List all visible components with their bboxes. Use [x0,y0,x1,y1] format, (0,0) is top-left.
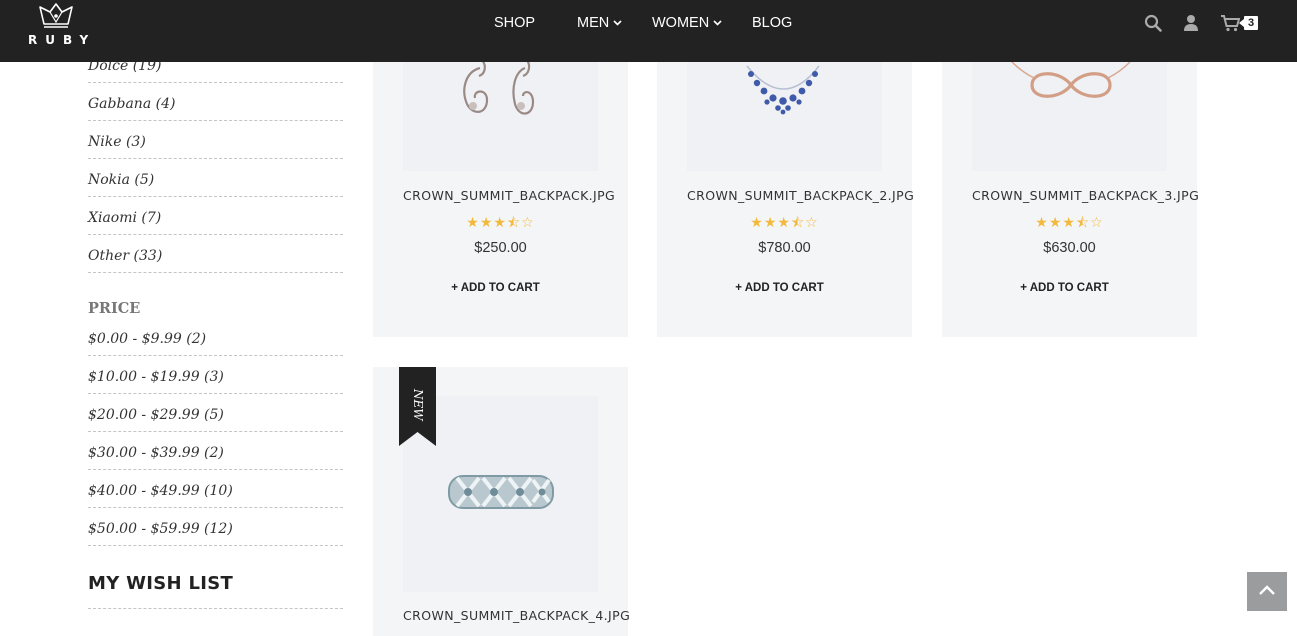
cart-icon[interactable] [1221,14,1240,32]
new-badge-label: NEW [411,389,425,421]
brand-filter-gabbana[interactable]: Gabbana (4) [88,83,343,121]
nav-shop[interactable]: SHOP [494,15,535,31]
star-rating: ★★★⯪☆ [1035,215,1104,231]
price-filter-30-39[interactable]: $30.00 - $39.99 (2) [88,432,343,470]
product-name[interactable]: CROWN_SUMMIT_BACKPACK.JPG [403,188,643,203]
chevron-up-icon [1259,585,1275,595]
search-icon[interactable] [1144,14,1162,32]
wishlist-title: MY WISH LIST [88,573,234,594]
chevron-down-icon [613,20,622,26]
star-rating: ★★★⯪☆ [466,215,535,231]
add-to-cart-button[interactable]: + ADD TO CART [657,282,902,294]
nav-women[interactable]: WOMEN [652,15,722,31]
product-price: $780.00 [758,240,811,256]
price-filter-title: PRICE [88,300,141,317]
star-rating: ★★★⯪☆ [750,215,819,231]
product-name[interactable]: CROWN_SUMMIT_BACKPACK_2.JPG [687,188,927,203]
price-filter-10-19[interactable]: $10.00 - $19.99 (3) [88,356,343,394]
cart-count-badge: 3 [1238,16,1259,30]
back-to-top-button[interactable] [1247,572,1287,611]
user-icon[interactable] [1184,14,1198,32]
brand-filter-nokia[interactable]: Nokia (5) [88,159,343,197]
new-badge: NEW [399,367,436,446]
add-to-cart-button[interactable]: + ADD TO CART [373,282,618,294]
product-name[interactable]: CROWN_SUMMIT_BACKPACK_4.JPG [403,608,643,623]
price-filter-20-29[interactable]: $20.00 - $29.99 (5) [88,394,343,432]
brand-name: RUBY [28,33,97,47]
nav-blog[interactable]: BLOG [752,15,792,31]
brand-filter-nike[interactable]: Nike (3) [88,121,343,159]
add-to-cart-button[interactable]: + ADD TO CART [942,282,1187,294]
product-name[interactable]: CROWN_SUMMIT_BACKPACK_3.JPG [972,188,1212,203]
price-filter-40-49[interactable]: $40.00 - $49.99 (10) [88,470,343,508]
nav-men[interactable]: MEN [577,15,622,31]
chevron-down-icon [713,20,722,26]
brand-filter-other[interactable]: Other (33) [88,235,343,273]
divider [88,608,343,609]
product-card[interactable]: NEW CROWN_SUMMIT_BACKPACK_4.JPG [373,367,630,636]
site-header: RUBY SHOP MEN WOMEN BLOG 3 [0,0,1297,62]
product-price: $250.00 [474,240,527,256]
price-filter-0-9[interactable]: $0.00 - $9.99 (2) [88,318,343,356]
price-filter-50-59[interactable]: $50.00 - $59.99 (12) [88,508,343,546]
brand-filter-xiaomi[interactable]: Xiaomi (7) [88,197,343,235]
product-price: $630.00 [1043,240,1096,256]
crown-icon [39,3,73,28]
ruby-logo[interactable]: RUBY [22,2,90,48]
